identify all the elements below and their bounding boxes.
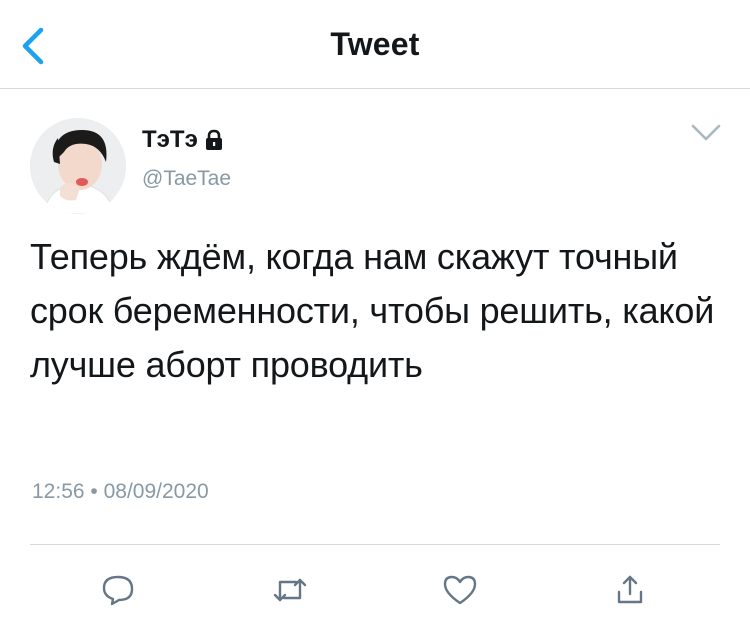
share-button[interactable] [610, 572, 650, 608]
like-icon [443, 575, 477, 605]
reply-icon [102, 575, 134, 606]
share-icon [617, 575, 643, 604]
chevron-down-icon [691, 124, 721, 141]
divider [30, 544, 720, 545]
tweet-text: Теперь ждём, когда нам скажут точный сро… [30, 236, 715, 385]
lock-icon [205, 129, 222, 150]
page-title: Tweet [330, 26, 420, 62]
avatar-image [30, 118, 126, 214]
tweet-timestamp: 12:56 • 08/09/2020 [32, 480, 209, 504]
navigation-bar: Tweet [0, 0, 750, 89]
user-handle[interactable]: @TaeTae [142, 167, 231, 191]
display-name[interactable]: ТэТэ [142, 126, 198, 154]
tweet-date: 08/09/2020 [103, 480, 209, 503]
more-options-button[interactable] [690, 122, 722, 144]
avatar[interactable] [30, 118, 126, 214]
retweet-button[interactable] [270, 572, 310, 608]
retweet-icon [273, 578, 307, 602]
like-button[interactable] [440, 572, 480, 608]
author-row: ТэТэ [142, 126, 224, 154]
reply-button[interactable] [98, 572, 138, 608]
tweet-time: 12:56 [32, 480, 85, 503]
timestamp-separator: • [90, 480, 98, 503]
